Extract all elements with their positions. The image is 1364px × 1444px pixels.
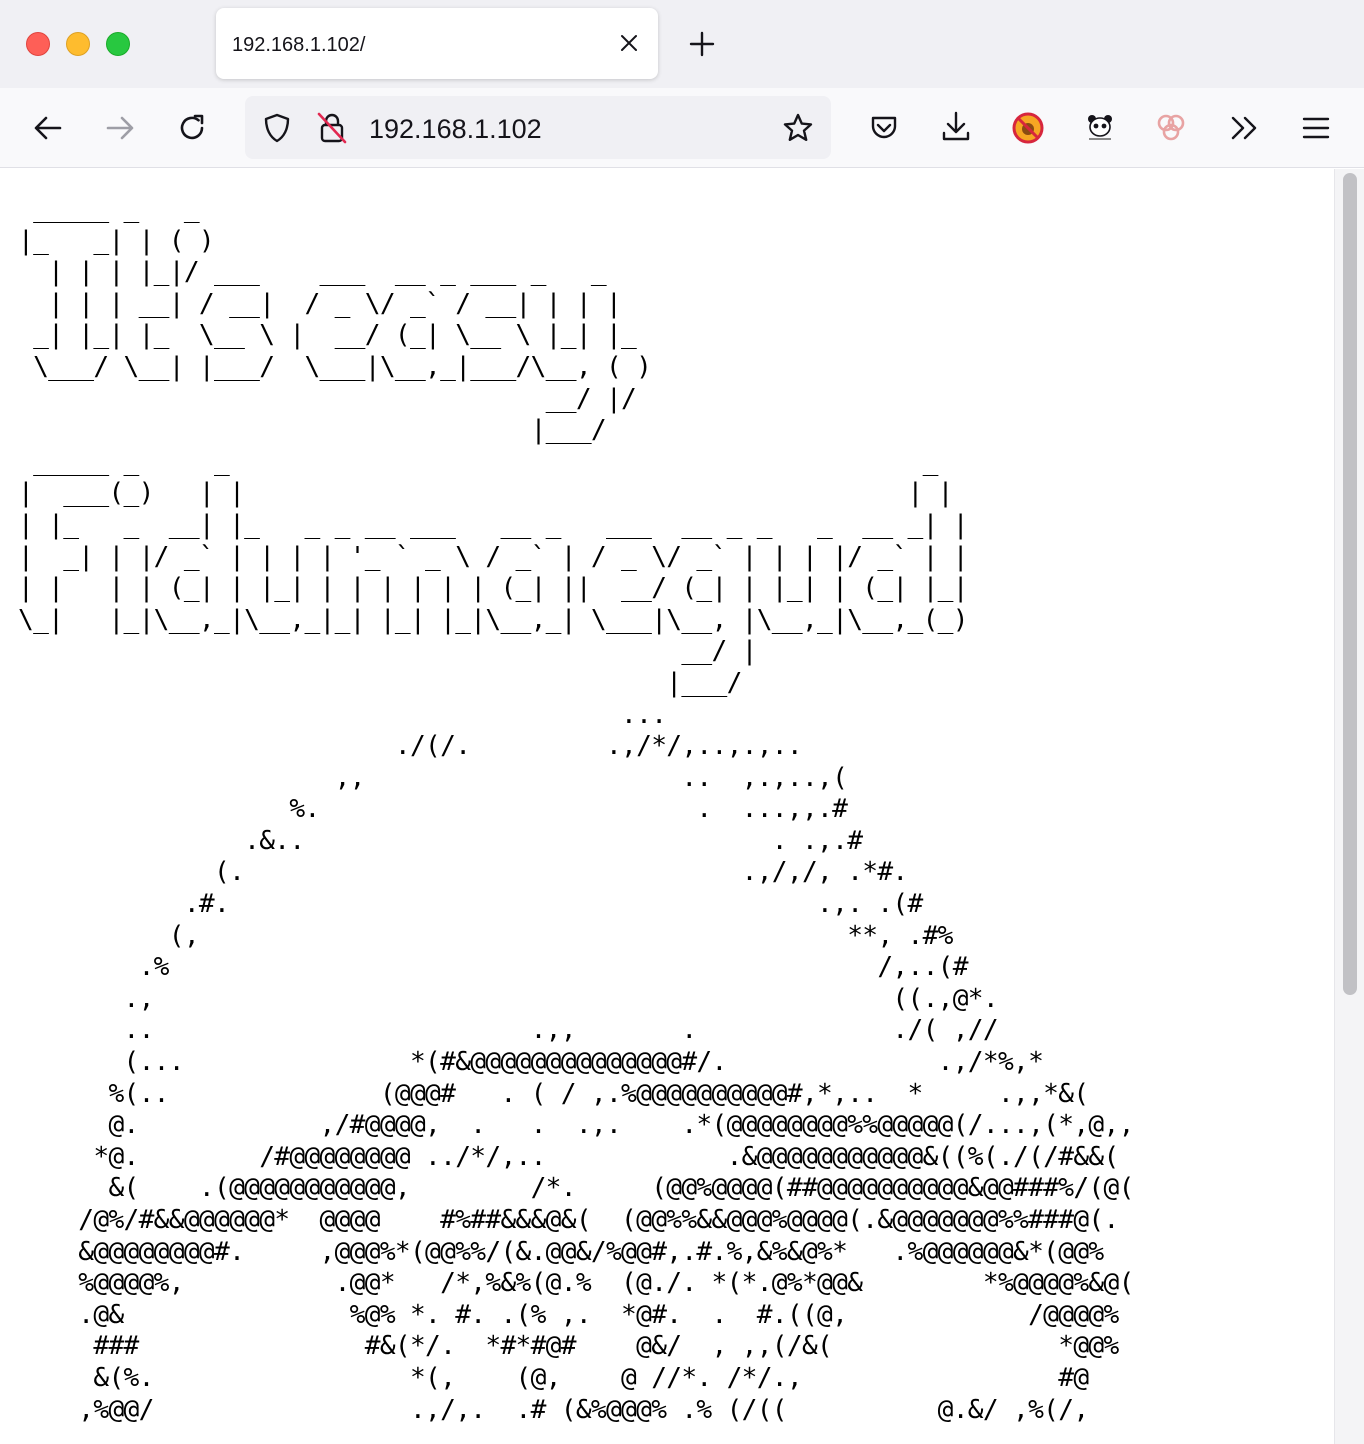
ascii-line: |___/ <box>18 667 742 698</box>
ascii-line: .% /,..(# <box>18 952 969 983</box>
ascii-line: /@%/#&&@@@@@@* @@@@ #%##&&&@&( (@@%%&&@@… <box>18 1205 1119 1235</box>
ascii-line: | ___(_) | | | | <box>18 478 953 509</box>
ascii-line: ., ((.,@*. <box>18 983 999 1014</box>
nav-toolbar: 192.168.1.102 <box>0 88 1364 168</box>
tab-active[interactable]: 192.168.1.102/ <box>216 8 658 79</box>
tab-title: 192.168.1.102/ <box>232 34 366 56</box>
overflow-chevrons-icon[interactable] <box>1228 112 1260 144</box>
close-tab-icon[interactable] <box>618 32 640 54</box>
ascii-line: (... *(#&@@@@@@@@@@@@@@#/. .,/*%,* <box>18 1047 1044 1078</box>
ascii-line: ,, .. ,.,..,( <box>18 762 848 793</box>
ascii-art: _____ _ _ |_ _| | ( ) | | | |_|/ ___ ___… <box>18 194 1134 1426</box>
flower-extension-icon[interactable] <box>1155 112 1187 144</box>
ascii-line: | | | |_|/ ___ ___ __ _ ___ _ _ <box>18 257 607 288</box>
ascii-line: \___/ \__| |___/ \___|\__,_|___/\__, ( ) <box>18 351 652 382</box>
vertical-scrollbar[interactable] <box>1334 169 1364 1444</box>
minimize-window-button[interactable] <box>66 32 90 56</box>
ascii-line: .. .,, . ./( ,// <box>18 1015 999 1046</box>
download-icon[interactable] <box>940 110 972 142</box>
pocket-icon[interactable] <box>868 112 900 144</box>
scrollbar-thumb[interactable] <box>1343 173 1357 995</box>
ascii-line: @. ,/#@@@@, . . .,. .*(@@@@@@@@%%@@@@@(/… <box>18 1110 1134 1141</box>
close-window-button[interactable] <box>26 32 50 56</box>
ascii-line: | _| | |/ _` | | | | '_ ` _ \ / _` | / _… <box>18 541 969 572</box>
ascii-line: ### #&(*/. *#*#@# @&/ , ,,(/&( *@@% <box>18 1331 1119 1362</box>
ascii-line: _____ _ _ <box>18 194 200 224</box>
ascii-line: &(%. *(, (@, @ //*. /*/., #@ <box>18 1362 1089 1393</box>
ascii-line: |___/ <box>18 415 607 446</box>
ascii-line: __/ |/ <box>18 383 637 414</box>
ascii-line: (. .,/,/, .*#. <box>18 857 908 888</box>
insecure-lock-icon[interactable] <box>316 111 348 144</box>
ascii-line: .#. .,. .(# <box>18 889 923 920</box>
ascii-line: .&.. . .,.# <box>18 825 863 856</box>
ascii-line: ,%@@/ .,/,. .# (&%@@@% .% (/(( @.&/ ,%(/… <box>18 1394 1089 1425</box>
forward-arrow-icon[interactable] <box>104 112 136 144</box>
ascii-line: %@@@@%, .@@* /*,%&%(@.% (@./. *(*.@%*@@&… <box>18 1268 1134 1299</box>
ascii-line: ... <box>18 699 667 730</box>
ascii-line: \_| |_|\__,_|\__,_|_| |_| |_|\__,_| \___… <box>18 604 969 635</box>
ascii-line: _____ _ _ _ <box>18 446 938 477</box>
ascii-line: | | | | (_| | |_| | | | | | | (_| || __/… <box>18 573 969 604</box>
ascii-line: _| |_| |_ \__ \ | __/ (_| \__ \ |_| |_ <box>18 320 637 351</box>
tracking-shield-icon[interactable] <box>261 112 293 144</box>
url-text[interactable]: 192.168.1.102 <box>369 114 542 145</box>
ascii-line: *@. /#@@@@@@@@ ../*/,.. .&@@@@@@@@@@@&((… <box>18 1141 1119 1172</box>
ascii-line: | |_ _ __| |_ _ _ __ ___ __ _ ___ __ _ _… <box>18 509 969 540</box>
new-tab-icon[interactable] <box>688 30 716 58</box>
url-bar[interactable]: 192.168.1.102 <box>245 96 831 159</box>
ascii-line: .@& %@% *. #. .(% ,. *@#. . #.((@, /@@@@… <box>18 1299 1119 1330</box>
zoom-window-button[interactable] <box>106 32 130 56</box>
menu-icon[interactable] <box>1300 112 1332 144</box>
page-content: _____ _ _ |_ _| | ( ) | | | |_|/ ___ ___… <box>0 169 1334 1444</box>
bookmark-star-icon[interactable] <box>782 112 814 144</box>
title-bar: 192.168.1.102/ <box>0 0 1364 88</box>
ascii-line: | | | __| / __| / _ \/ _` / __| | | | <box>18 288 622 319</box>
reload-icon[interactable] <box>176 112 208 144</box>
ascii-line: ./(/. .,/*/,..,.,.. <box>18 731 803 762</box>
ascii-line: __/ | <box>18 636 757 667</box>
panda-extension-icon[interactable] <box>1084 112 1116 144</box>
blocked-extension-icon[interactable] <box>1012 112 1044 144</box>
back-arrow-icon[interactable] <box>32 112 64 144</box>
ascii-line: &( .(@@@@@@@@@@@, /*. (@@%@@@@(##@@@@@@@… <box>18 1173 1134 1204</box>
ascii-line: |_ _| | ( ) <box>18 225 215 256</box>
ascii-line: (, **, .#% <box>18 920 954 951</box>
ascii-line: %(.. (@@@# . ( / ,.%@@@@@@@@@@#,*,.. * .… <box>18 1078 1089 1109</box>
ascii-line: %. . ...,,.# <box>18 794 848 825</box>
ascii-line: &@@@@@@@@#. ,@@@%*(@@%%/(&.@@&/%@@#,.#.%… <box>18 1236 1104 1267</box>
